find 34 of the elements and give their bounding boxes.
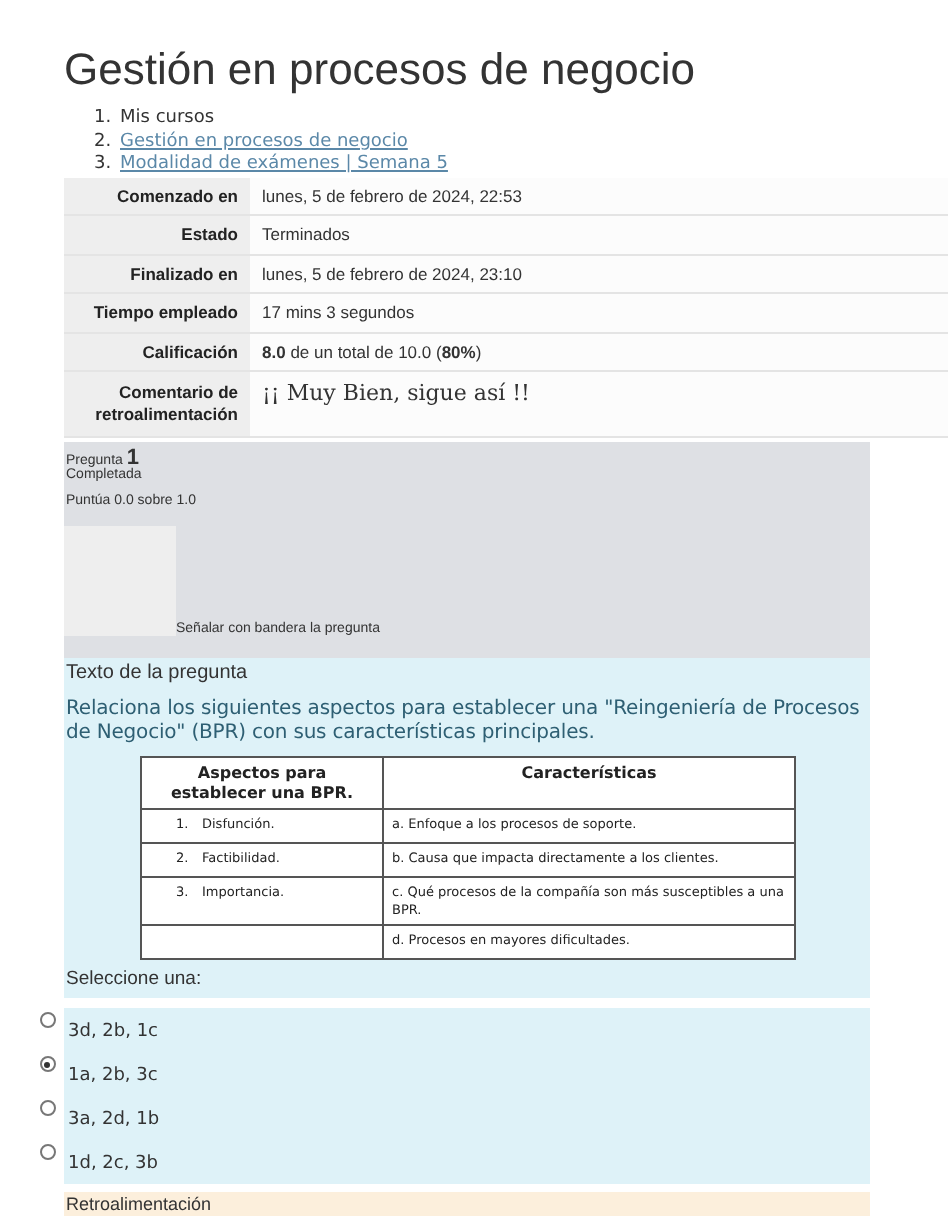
summary-label: Tiempo empleado: [93, 302, 238, 323]
radio-button[interactable]: [39, 1144, 55, 1160]
summary-label: Calificación: [142, 341, 238, 362]
feedback-comment: ¡¡ Muy Bien, sigue así !!: [262, 380, 530, 406]
answer-option[interactable]: 3d, 2b, 1c: [64, 1008, 870, 1052]
summary-value: Terminados: [262, 224, 350, 245]
list-number: 2.: [94, 131, 114, 154]
answer-option[interactable]: 1a, 2b, 3c: [64, 1052, 870, 1096]
page-title: Gestión en procesos de negocio: [64, 44, 698, 96]
summary-value: lunes, 5 de febrero de 2024, 22:53: [262, 185, 522, 206]
select-one-label: Seleccione una:: [66, 968, 204, 990]
column-header: Características: [383, 757, 795, 809]
summary-label: Estado: [181, 224, 238, 245]
question-text-heading: Texto de la pregunta: [66, 662, 250, 684]
summary-value: lunes, 5 de febrero de 2024, 23:10: [262, 263, 522, 284]
radio-button[interactable]: [39, 1056, 55, 1072]
list-number: 1.: [94, 108, 114, 131]
feedback-heading: Retroalimentación: [64, 1192, 870, 1216]
breadcrumb-item: Mis cursos: [120, 108, 215, 128]
breadcrumb-link[interactable]: Gestión en procesos de negocio: [120, 131, 408, 151]
column-header: Aspectos para establecer una BPR.: [141, 757, 383, 809]
answer-option[interactable]: 1d, 2c, 3b: [64, 1140, 870, 1184]
summary-label: Finalizado en: [130, 263, 238, 284]
summary-label: Comentario de retroalimentación: [93, 382, 238, 424]
radio-button[interactable]: [39, 1012, 55, 1028]
summary-label: Comenzado en: [117, 185, 238, 206]
question-prompt: Relaciona los siguientes aspectos para establecer una "Reingeniería de Procesos de Negocio" (BPR) con sus características principales.: [66, 698, 862, 746]
list-number: 3.: [94, 154, 114, 177]
summary-value: 8.0 de un total de 10.0 (80%): [262, 341, 482, 362]
radio-button[interactable]: [39, 1100, 55, 1116]
summary-value: 17 mins 3 segundos: [262, 302, 415, 323]
breadcrumb-link[interactable]: Modalidad de exámenes | Semana 5: [120, 154, 448, 174]
image-placeholder: [64, 526, 176, 636]
answer-option[interactable]: 3a, 2d, 1b: [64, 1096, 870, 1140]
